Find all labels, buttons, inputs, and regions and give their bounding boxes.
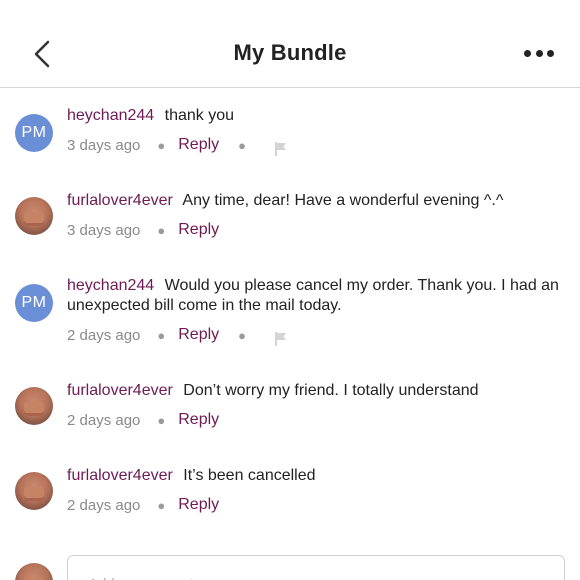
flag-icon[interactable]: [274, 141, 288, 157]
separator-dot: ●: [238, 327, 247, 343]
comment-input[interactable]: [67, 555, 565, 580]
more-horizontal-icon: [524, 49, 531, 57]
reply-button[interactable]: Reply: [178, 326, 219, 344]
comment-username[interactable]: furlalover4ever: [67, 382, 173, 399]
comment-username[interactable]: heychan244: [67, 277, 154, 294]
reply-button[interactable]: Reply: [178, 221, 219, 239]
comment-text: furlalover4ever It’s been cancelled: [67, 466, 562, 486]
comment-body: It’s been cancelled: [183, 467, 316, 484]
separator-dot: ●: [238, 137, 247, 153]
more-options-button[interactable]: [524, 46, 554, 60]
avatar[interactable]: PM: [15, 114, 53, 152]
avatar[interactable]: [15, 472, 53, 510]
flag-icon[interactable]: [274, 331, 288, 347]
avatar[interactable]: [15, 197, 53, 235]
comment-timestamp: 2 days ago: [67, 496, 141, 514]
separator-dot: ●: [157, 327, 166, 343]
avatar: [15, 563, 53, 580]
separator-dot: ●: [157, 412, 166, 428]
separator-dot: ●: [157, 497, 166, 513]
comment-timestamp: 3 days ago: [67, 221, 141, 239]
comment-body: thank you: [164, 107, 235, 124]
comment-meta: 2 days ago ● Reply: [67, 495, 219, 515]
comment-composer: [0, 555, 580, 580]
reply-button[interactable]: Reply: [178, 496, 219, 514]
reply-button[interactable]: Reply: [178, 411, 219, 429]
comment-username[interactable]: heychan244: [67, 107, 154, 124]
comment-text: heychan244 Would you please cancel my or…: [67, 276, 562, 316]
avatar[interactable]: [15, 387, 53, 425]
comment-timestamp: 2 days ago: [67, 411, 141, 429]
comment-body: Any time, dear! Have a wonderful evening…: [182, 192, 504, 209]
avatar[interactable]: PM: [15, 284, 53, 322]
comment-text: heychan244 thank you: [67, 106, 562, 126]
comment-text: furlalover4ever Any time, dear! Have a w…: [67, 191, 562, 211]
header-bar: My Bundle: [0, 0, 580, 88]
comment-meta: 2 days ago ● Reply ●: [67, 325, 288, 347]
comment-body: Don’t worry my friend. I totally underst…: [183, 382, 479, 399]
comment-timestamp: 2 days ago: [67, 326, 141, 344]
separator-dot: ●: [157, 137, 166, 153]
comment-meta: 3 days ago ● Reply ●: [67, 135, 288, 157]
reply-button[interactable]: Reply: [178, 136, 219, 154]
page-title: My Bundle: [233, 40, 347, 65]
separator-dot: ●: [157, 222, 166, 238]
comment-username[interactable]: furlalover4ever: [67, 467, 173, 484]
comment-timestamp: 3 days ago: [67, 136, 141, 154]
comment-username[interactable]: furlalover4ever: [67, 192, 173, 209]
comment-meta: 3 days ago ● Reply: [67, 220, 219, 240]
comment-meta: 2 days ago ● Reply: [67, 410, 219, 430]
comment-text: furlalover4ever Don’t worry my friend. I…: [67, 381, 562, 401]
